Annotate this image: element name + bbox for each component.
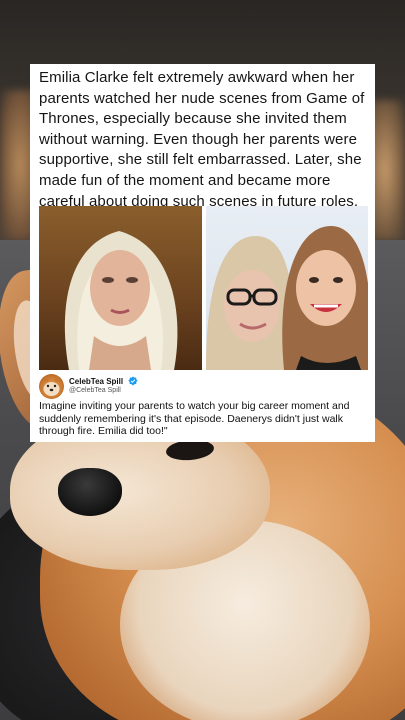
- tweet-author-handle[interactable]: @CelebTea Spill: [69, 387, 121, 394]
- photo-emilia-with-mother-illustration: [206, 226, 368, 370]
- photo-emilia-with-mother: [206, 206, 368, 370]
- photo-daenerys-illustration: [64, 231, 178, 370]
- post-headline: Emilia Clarke felt extremely awkward whe…: [39, 69, 365, 210]
- dog-avatar-icon: [43, 376, 60, 396]
- post-card: Emilia Clarke felt extremely awkward whe…: [30, 64, 375, 442]
- verified-badge-icon: [128, 376, 138, 386]
- photo-daenerys: [39, 206, 202, 370]
- avatar[interactable]: [39, 374, 64, 399]
- tweet-text: Imagine inviting your parents to watch y…: [39, 400, 350, 438]
- dog-nose: [58, 468, 122, 516]
- tweet-author-name[interactable]: CelebTea Spill: [69, 377, 123, 386]
